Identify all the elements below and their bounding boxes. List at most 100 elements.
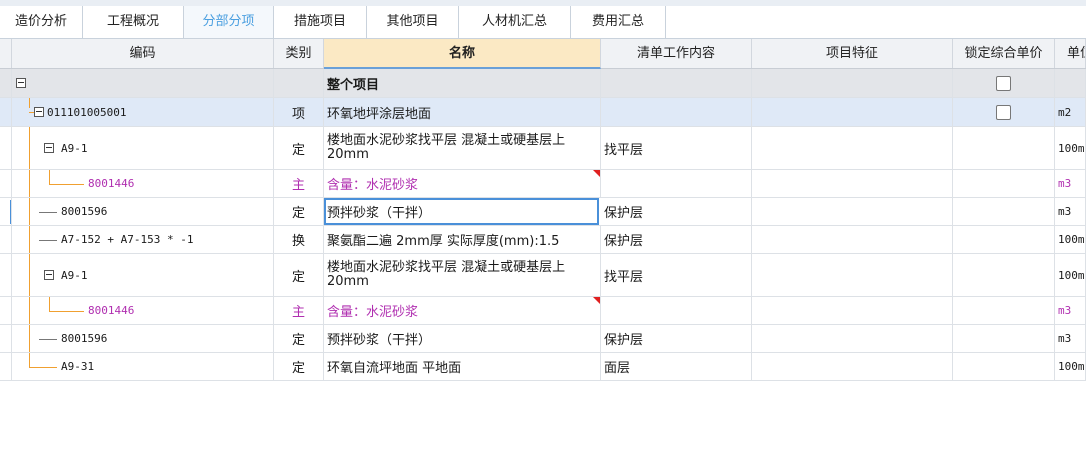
name-cell[interactable]: 楼地面水泥砂浆找平层 混凝土或硬基层上 20mm bbox=[324, 127, 601, 169]
item-code: 011101005001 bbox=[47, 105, 127, 119]
name-cell-editing[interactable]: 预拌砂浆（干拌） bbox=[324, 198, 599, 225]
type-cell[interactable]: 主 bbox=[274, 170, 324, 197]
work-cell[interactable]: 面层 bbox=[601, 353, 752, 380]
feature-cell[interactable] bbox=[752, 353, 953, 380]
code-cell[interactable]: 011101005001 bbox=[12, 98, 274, 126]
header-work-content[interactable]: 清单工作内容 bbox=[601, 39, 752, 68]
tab-labor-material-summary[interactable]: 人材机汇总 bbox=[459, 6, 571, 38]
work-cell[interactable]: 保护层 bbox=[601, 226, 752, 253]
unit-cell[interactable]: 100m bbox=[1055, 226, 1086, 253]
work-cell[interactable] bbox=[601, 69, 752, 97]
name-cell[interactable]: 环氧地坪涂层地面 bbox=[324, 98, 601, 126]
work-cell[interactable]: 保护层 bbox=[601, 325, 752, 352]
table-row[interactable]: A7-152 + A7-153 * -1 换 聚氨酯二遍 2mm厚 实际厚度(m… bbox=[0, 226, 1086, 254]
unit-cell[interactable]: 100m bbox=[1055, 127, 1086, 169]
name-cell[interactable]: 预拌砂浆（干拌） bbox=[324, 325, 601, 352]
feature-cell[interactable] bbox=[752, 69, 953, 97]
work-cell[interactable]: 保护层 bbox=[601, 198, 752, 225]
work-cell[interactable]: 找平层 bbox=[601, 254, 752, 296]
header-type[interactable]: 类别 bbox=[274, 39, 324, 68]
lock-price-checkbox[interactable] bbox=[996, 75, 1011, 91]
code-cell[interactable]: A9-1 bbox=[12, 127, 274, 169]
table-row[interactable]: 8001596 定 预拌砂浆（干拌） 保护层 m3 bbox=[0, 198, 1086, 226]
collapse-icon[interactable] bbox=[44, 270, 54, 280]
item-code: A9-31 bbox=[61, 360, 95, 373]
code-cell[interactable]: 8001446 bbox=[12, 297, 274, 324]
table-row[interactable]: 8001446 主 含量：水泥砂浆 m3 bbox=[0, 170, 1086, 198]
feature-cell[interactable] bbox=[752, 127, 953, 169]
module-tabs: 造价分析 工程概况 分部分项 措施项目 其他项目 人材机汇总 费用汇总 bbox=[0, 6, 1086, 39]
name-cell[interactable]: 环氧自流坪地面 平地面 bbox=[324, 353, 601, 380]
work-cell[interactable] bbox=[601, 98, 752, 126]
type-cell[interactable]: 主 bbox=[274, 297, 324, 324]
table-row[interactable]: 8001446 主 含量：水泥砂浆 m3 bbox=[0, 297, 1086, 325]
code-cell[interactable] bbox=[12, 69, 274, 97]
name-cell[interactable]: 含量：水泥砂浆 bbox=[324, 297, 601, 324]
header-feature[interactable]: 项目特征 bbox=[752, 39, 953, 68]
type-cell[interactable]: 定 bbox=[274, 353, 324, 380]
feature-cell[interactable] bbox=[752, 325, 953, 352]
feature-cell[interactable] bbox=[752, 170, 953, 197]
code-cell[interactable]: 8001596 bbox=[12, 325, 274, 352]
header-unit[interactable]: 单位 bbox=[1055, 39, 1086, 68]
feature-cell[interactable] bbox=[752, 226, 953, 253]
feature-cell[interactable] bbox=[752, 254, 953, 296]
work-cell[interactable] bbox=[601, 297, 752, 324]
code-cell[interactable]: 8001446 bbox=[12, 170, 274, 197]
collapse-icon[interactable] bbox=[16, 78, 26, 88]
lock-price-checkbox[interactable] bbox=[996, 104, 1011, 120]
unit-cell[interactable]: m3 bbox=[1055, 198, 1086, 225]
table-row[interactable]: A9-31 定 环氧自流坪地面 平地面 面层 100m bbox=[0, 353, 1086, 381]
tab-measures[interactable]: 措施项目 bbox=[274, 6, 367, 38]
unit-cell[interactable]: m3 bbox=[1055, 325, 1086, 352]
tab-sub-items[interactable]: 分部分项 bbox=[184, 6, 274, 38]
table-row[interactable]: 011101005001 项 环氧地坪涂层地面 m2 bbox=[0, 98, 1086, 127]
feature-cell[interactable] bbox=[752, 98, 953, 126]
row-indicator bbox=[0, 297, 12, 324]
type-cell[interactable]: 项 bbox=[274, 98, 324, 126]
name-cell[interactable]: 整个项目 bbox=[324, 69, 601, 97]
header-code[interactable]: 编码 bbox=[12, 39, 274, 68]
header-lock-price[interactable]: 锁定综合单价 bbox=[953, 39, 1055, 68]
table-row[interactable]: 整个项目 bbox=[0, 69, 1086, 98]
unit-cell[interactable] bbox=[1055, 69, 1086, 97]
table-row[interactable]: A9-1 定 楼地面水泥砂浆找平层 混凝土或硬基层上 20mm 找平层 100m bbox=[0, 127, 1086, 170]
row-indicator bbox=[0, 353, 12, 380]
code-cell[interactable]: A9-31 bbox=[12, 353, 274, 380]
name-cell[interactable]: 聚氨酯二遍 2mm厚 实际厚度(mm):1.5 bbox=[324, 226, 601, 253]
type-cell[interactable]: 定 bbox=[274, 254, 324, 296]
type-cell[interactable]: 定 bbox=[274, 127, 324, 169]
unit-cell[interactable]: 100m bbox=[1055, 353, 1086, 380]
type-cell[interactable]: 换 bbox=[274, 226, 324, 253]
work-cell[interactable]: 找平层 bbox=[601, 127, 752, 169]
lock-cell bbox=[953, 254, 1055, 296]
type-cell[interactable]: 定 bbox=[274, 198, 324, 225]
tab-cost-analysis[interactable]: 造价分析 bbox=[0, 6, 83, 38]
feature-cell[interactable] bbox=[752, 297, 953, 324]
name-cell[interactable]: 楼地面水泥砂浆找平层 混凝土或硬基层上 20mm bbox=[324, 254, 601, 296]
tab-project-overview[interactable]: 工程概况 bbox=[83, 6, 184, 38]
unit-cell[interactable]: m2 bbox=[1055, 98, 1086, 126]
table-row[interactable]: 8001596 定 预拌砂浆（干拌） 保护层 m3 bbox=[0, 325, 1086, 353]
feature-cell[interactable] bbox=[752, 198, 953, 225]
empty-grid-area[interactable] bbox=[0, 381, 1086, 470]
lock-cell bbox=[953, 226, 1055, 253]
tab-fee-summary[interactable]: 费用汇总 bbox=[571, 6, 666, 38]
name-cell[interactable]: 含量：水泥砂浆 bbox=[324, 170, 601, 197]
tab-other-items[interactable]: 其他项目 bbox=[367, 6, 459, 38]
type-cell[interactable] bbox=[274, 69, 324, 97]
code-cell[interactable]: A9-1 bbox=[12, 254, 274, 296]
type-cell[interactable]: 定 bbox=[274, 325, 324, 352]
row-indicator bbox=[0, 98, 12, 126]
collapse-icon[interactable] bbox=[34, 107, 44, 117]
collapse-icon[interactable] bbox=[44, 143, 54, 153]
work-cell[interactable] bbox=[601, 170, 752, 197]
unit-cell[interactable]: m3 bbox=[1055, 170, 1086, 197]
unit-cell[interactable]: 100m bbox=[1055, 254, 1086, 296]
lock-cell bbox=[953, 170, 1055, 197]
unit-cell[interactable]: m3 bbox=[1055, 297, 1086, 324]
code-cell[interactable]: A7-152 + A7-153 * -1 bbox=[12, 226, 274, 253]
table-row[interactable]: A9-1 定 楼地面水泥砂浆找平层 混凝土或硬基层上 20mm 找平层 100m bbox=[0, 254, 1086, 297]
header-name[interactable]: 名称 bbox=[324, 39, 601, 69]
code-cell[interactable]: 8001596 bbox=[12, 198, 274, 225]
